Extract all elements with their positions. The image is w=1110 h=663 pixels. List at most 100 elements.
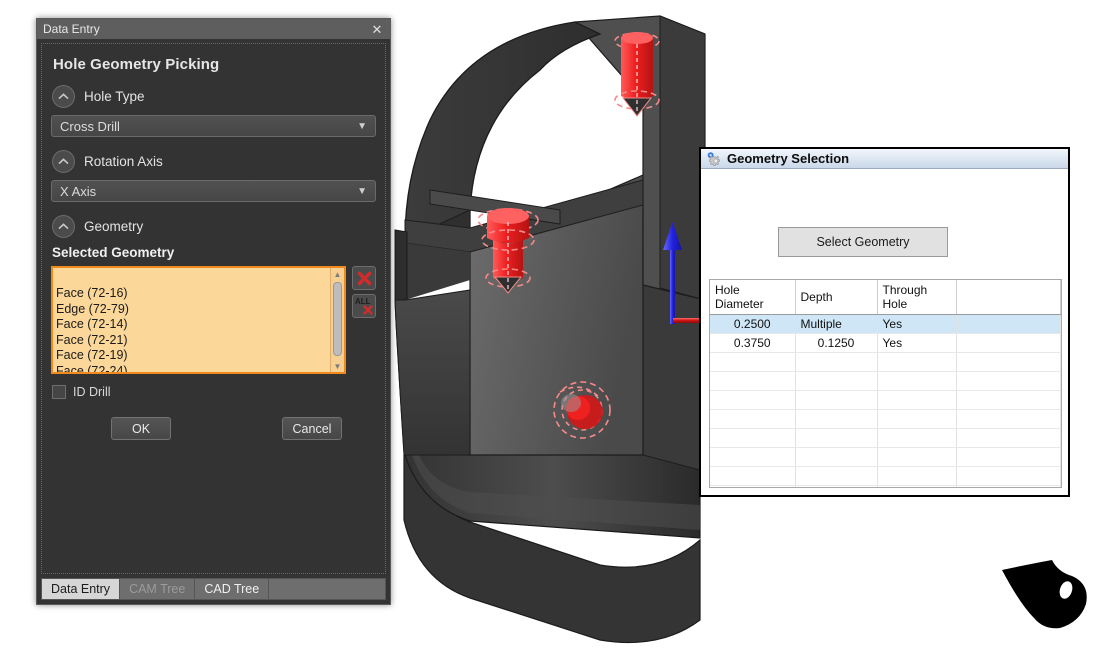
table-cell-empty[interactable]: [795, 467, 877, 486]
group-rotation-axis[interactable]: Rotation Axis: [52, 150, 376, 173]
ok-button[interactable]: OK: [111, 417, 171, 440]
hole-table: Hole DiameterDepthThrough Hole 0.2500Mul…: [710, 280, 1061, 488]
table-cell-empty[interactable]: [956, 448, 1061, 467]
table-cell-empty[interactable]: [795, 486, 877, 489]
tab-cad-tree[interactable]: CAD Tree: [195, 579, 269, 599]
select-geometry-button[interactable]: Select Geometry: [778, 227, 948, 257]
table-row[interactable]: 0.37500.1250Yes: [710, 334, 1061, 353]
column-header[interactable]: Hole Diameter: [710, 280, 795, 315]
scrollbar-thumb[interactable]: [333, 282, 342, 356]
table-body: 0.2500MultipleYes0.37500.1250Yes: [710, 315, 1061, 489]
table-cell-empty[interactable]: [795, 372, 877, 391]
table-cell-empty[interactable]: [710, 467, 795, 486]
chevron-up-icon[interactable]: [52, 215, 75, 238]
group-label-hole-type: Hole Type: [84, 89, 145, 104]
table-cell-empty[interactable]: [956, 467, 1061, 486]
table-cell-empty[interactable]: [956, 410, 1061, 429]
table-cell-empty[interactable]: [710, 448, 795, 467]
chevron-down-icon: ▼: [357, 186, 367, 197]
gear-icon: [706, 151, 721, 166]
table-cell-empty[interactable]: [877, 353, 956, 372]
table-cell-empty[interactable]: [877, 372, 956, 391]
delete-all-geometry-button[interactable]: ALL: [352, 294, 376, 318]
geometry-list-item[interactable]: Face (72-19): [56, 348, 344, 364]
table-cell-empty[interactable]: [710, 391, 795, 410]
table-cell-empty[interactable]: [956, 391, 1061, 410]
table-cell-empty[interactable]: [710, 410, 795, 429]
panel-tabstrip: Data EntryCAM TreeCAD Tree: [41, 578, 386, 600]
geometry-selection-dialog: Geometry Selection Select Geometry Hole …: [699, 147, 1070, 497]
triangle-down-icon[interactable]: ▼: [331, 360, 344, 372]
table-cell-empty[interactable]: [710, 372, 795, 391]
table-cell[interactable]: Yes: [877, 315, 956, 334]
table-cell-empty[interactable]: [956, 429, 1061, 448]
table-cell-empty[interactable]: [795, 429, 877, 448]
table-cell-empty[interactable]: [795, 391, 877, 410]
table-cell-empty[interactable]: [710, 353, 795, 372]
table-cell-empty[interactable]: [710, 429, 795, 448]
geometry-item-container: Face (72-16)Edge (72-79)Face (72-14)Face…: [53, 284, 344, 374]
geometry-dialog-titlebar: Geometry Selection: [701, 149, 1068, 169]
id-drill-checkbox[interactable]: [52, 385, 66, 399]
geometry-list-item[interactable]: Face (72-16): [56, 286, 344, 302]
id-drill-row[interactable]: ID Drill: [52, 385, 376, 399]
selected-geometry-list[interactable]: Face (72-16)Edge (72-79)Face (72-14)Face…: [51, 266, 346, 374]
table-row-empty[interactable]: [710, 486, 1061, 489]
table-cell-empty[interactable]: [877, 467, 956, 486]
chevron-up-icon[interactable]: [52, 150, 75, 173]
cancel-button[interactable]: Cancel: [282, 417, 342, 440]
geometry-dialog-title: Geometry Selection: [727, 151, 849, 166]
table-row-empty[interactable]: [710, 448, 1061, 467]
table-row-empty[interactable]: [710, 372, 1061, 391]
geometry-list-item[interactable]: Face (72-14): [56, 317, 344, 333]
hole-type-select[interactable]: Cross Drill ▼: [51, 115, 376, 137]
table-cell[interactable]: Multiple: [795, 315, 877, 334]
table-row-empty[interactable]: [710, 391, 1061, 410]
table-cell[interactable]: 0.1250: [795, 334, 877, 353]
geometry-list-item[interactable]: Face (72-21): [56, 333, 344, 349]
chevron-up-icon[interactable]: [52, 85, 75, 108]
table-cell[interactable]: [956, 315, 1061, 334]
table-cell-empty[interactable]: [956, 353, 1061, 372]
table-cell-empty[interactable]: [877, 486, 956, 489]
table-cell[interactable]: Yes: [877, 334, 956, 353]
column-header[interactable]: Depth: [795, 280, 877, 315]
table-cell[interactable]: 0.3750: [710, 334, 795, 353]
table-header-row: Hole DiameterDepthThrough Hole: [710, 280, 1061, 315]
group-label-rotation-axis: Rotation Axis: [84, 154, 163, 169]
table-cell-empty[interactable]: [956, 486, 1061, 489]
table-cell-empty[interactable]: [795, 410, 877, 429]
geometry-list-item[interactable]: Face (72-24): [56, 364, 344, 374]
table-cell-empty[interactable]: [956, 372, 1061, 391]
column-header[interactable]: [956, 280, 1061, 315]
table-cell-empty[interactable]: [877, 391, 956, 410]
delete-geometry-button[interactable]: [352, 266, 376, 290]
geometry-list-item[interactable]: Edge (72-79): [56, 302, 344, 318]
table-cell-empty[interactable]: [877, 410, 956, 429]
table-cell[interactable]: 0.2500: [710, 315, 795, 334]
column-header[interactable]: Through Hole: [877, 280, 956, 315]
table-cell[interactable]: [956, 334, 1061, 353]
id-drill-label: ID Drill: [73, 385, 111, 399]
group-geometry[interactable]: Geometry: [52, 215, 376, 238]
geometry-list-scrollbar[interactable]: ▲ ▼: [330, 268, 344, 372]
table-cell-empty[interactable]: [795, 353, 877, 372]
selected-geometry-label: Selected Geometry: [52, 245, 376, 260]
tab-data-entry[interactable]: Data Entry: [42, 579, 120, 599]
table-row-empty[interactable]: [710, 353, 1061, 372]
group-hole-type[interactable]: Hole Type: [52, 85, 376, 108]
table-cell-empty[interactable]: [877, 448, 956, 467]
rotation-axis-select[interactable]: X Axis ▼: [51, 180, 376, 202]
delete-x-icon: [357, 271, 372, 286]
table-row-empty[interactable]: [710, 467, 1061, 486]
triangle-up-icon[interactable]: ▲: [331, 268, 344, 280]
table-row-empty[interactable]: [710, 410, 1061, 429]
close-icon[interactable]: ✕: [370, 22, 384, 36]
table-cell-empty[interactable]: [795, 448, 877, 467]
hole-table-container[interactable]: Hole DiameterDepthThrough Hole 0.2500Mul…: [709, 279, 1062, 488]
table-cell-empty[interactable]: [710, 486, 795, 489]
table-row-empty[interactable]: [710, 429, 1061, 448]
panel-title: Data Entry: [43, 22, 370, 36]
table-row[interactable]: 0.2500MultipleYes: [710, 315, 1061, 334]
table-cell-empty[interactable]: [877, 429, 956, 448]
